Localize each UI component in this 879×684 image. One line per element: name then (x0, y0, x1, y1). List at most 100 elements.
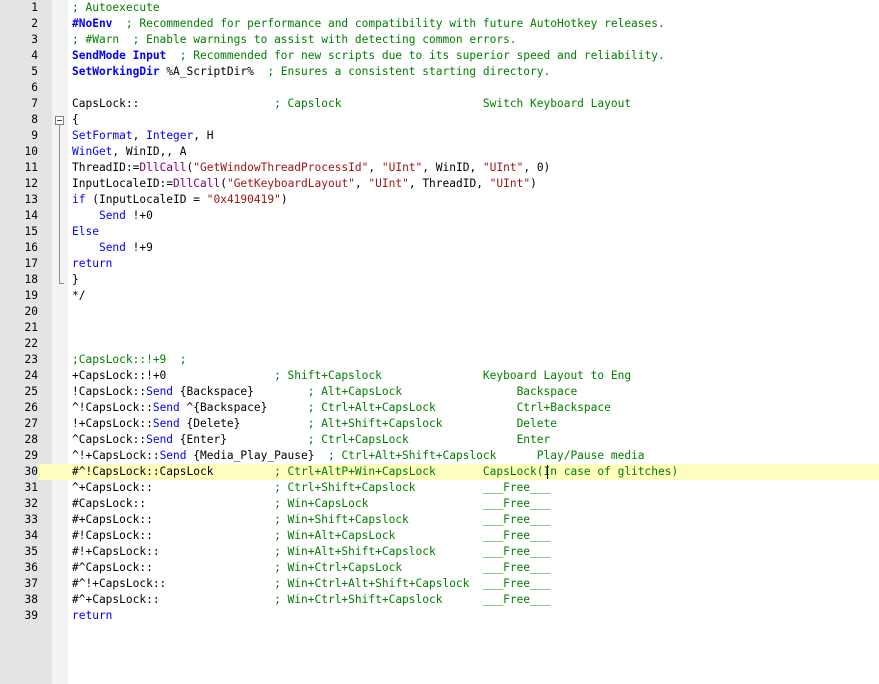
code-token: ; Ensures a consistent starting director… (253, 65, 551, 78)
line-number: 29 (24, 449, 38, 462)
code-token: !+0 (125, 209, 153, 222)
code-token: if (72, 193, 86, 206)
code-line[interactable]: 25 !CapsLock::Send {Backspace} ; Alt+Caps… (0, 384, 879, 400)
code-token: SendMode Input (72, 49, 167, 62)
line-code: ;CapsLock::!+9 ; (72, 352, 187, 368)
code-line[interactable]: 8{ (0, 112, 879, 128)
code-line[interactable]: 27 !+CapsLock::Send {Delete} ; Alt+Shift+… (0, 416, 879, 432)
code-line[interactable]: 34 #!CapsLock:: ; Win+Alt+CapsLock ___Fre… (0, 528, 879, 544)
line-number: 27 (24, 417, 38, 430)
line-number: 28 (24, 433, 38, 446)
code-line[interactable]: 30 #^!CapsLock::CapsLock ; Ctrl+AltP+Win+… (0, 464, 879, 480)
code-line[interactable]: 1 ; Autoexecute (0, 0, 879, 16)
code-token: "UInt" (381, 161, 423, 174)
code-line[interactable]: 24 +CapsLock::!+0 ; Shift+Capslock Keyboa… (0, 368, 879, 384)
line-code: ; Autoexecute (72, 0, 160, 16)
fold-collapse-icon[interactable] (55, 116, 64, 125)
code-token: {Enter} (173, 433, 308, 446)
line-number: 25 (24, 385, 38, 398)
line-code: !+CapsLock::Send {Delete} ; Alt+Shift+Ca… (72, 416, 557, 432)
code-line[interactable]: 13 if (InputLocaleID = "0x4190419") (0, 192, 879, 208)
code-token: "GetKeyboardLayout" (226, 177, 355, 190)
code-token: , ThreadID, (408, 177, 490, 190)
code-line[interactable]: 39 return (0, 608, 879, 624)
code-line[interactable]: 17 return (0, 256, 879, 272)
code-line[interactable]: 32 #CapsLock:: ; Win+CapsLock ___Free___ (0, 496, 879, 512)
code-line[interactable]: 10 WinGet, WinID,, A (0, 144, 879, 160)
line-code: return (72, 256, 112, 272)
line-number: 13 (24, 193, 38, 206)
code-line[interactable]: 22 (0, 336, 879, 352)
line-number: 20 (24, 305, 38, 318)
code-token: DllCall (173, 177, 221, 190)
line-code: #^CapsLock:: ; Win+Ctrl+CapsLock ___Free… (72, 560, 550, 576)
code-line[interactable]: 15 Else (0, 224, 879, 240)
code-token: Send (152, 401, 180, 414)
line-number: 16 (24, 241, 38, 254)
code-token: #NoEnv (72, 17, 113, 30)
code-line[interactable]: 38 #^+CapsLock:: ; Win+Ctrl+Shift+Capsloc… (0, 592, 879, 608)
line-code: ^!+CapsLock::Send {Media_Play_Pause} ; C… (72, 448, 645, 464)
code-line[interactable]: 35 #!+CapsLock:: ; Win+Alt+Shift+Capslock… (0, 544, 879, 560)
code-line[interactable]: 31 ^+CapsLock:: ; Ctrl+Shift+Capslock ___… (0, 480, 879, 496)
code-token: ; Win+Alt+CapsLock ___Free___ (274, 529, 551, 542)
line-code: #!CapsLock:: ; Win+Alt+CapsLock ___Free_… (72, 528, 550, 544)
code-line[interactable]: 37 #^!+CapsLock:: ; Win+Ctrl+Alt+Shift+Ca… (0, 576, 879, 592)
code-line[interactable]: 2 #NoEnv ; Recommended for performance an… (0, 16, 879, 32)
fold-guide-line (59, 125, 60, 283)
code-token: ^{Backspace} (179, 401, 308, 414)
line-number: 37 (24, 577, 38, 590)
code-line[interactable]: 19 */ (0, 288, 879, 304)
code-line[interactable]: 20 (0, 304, 879, 320)
code-token: , (354, 177, 369, 190)
code-token: ; Alt+Shift+Capslock Delete (307, 417, 557, 430)
line-number: 1 (31, 1, 38, 14)
line-code: #NoEnv ; Recommended for performance and… (72, 16, 665, 32)
line-number: 34 (24, 529, 38, 542)
line-number: 15 (24, 225, 38, 238)
line-number: 31 (24, 481, 38, 494)
line-number: 32 (24, 497, 38, 510)
code-line[interactable]: 11 ThreadID:=DllCall("GetWindowThreadProc… (0, 160, 879, 176)
code-token: "UInt" (368, 177, 409, 190)
code-line[interactable]: 18} (0, 272, 879, 288)
line-number: 23 (24, 353, 38, 366)
code-line[interactable]: 6 (0, 80, 879, 96)
code-token: ( (220, 177, 227, 190)
line-number: 35 (24, 545, 38, 558)
code-line[interactable]: 23 ;CapsLock::!+9 ; (0, 352, 879, 368)
code-line[interactable]: 3 ; #Warn ; Enable warnings to assist wit… (0, 32, 879, 48)
code-line[interactable]: 14 Send !+0 (0, 208, 879, 224)
code-line[interactable]: 5 SetWorkingDir %A_ScriptDir% ; Ensures a… (0, 64, 879, 80)
line-number: 36 (24, 561, 38, 574)
code-token: Else (72, 225, 99, 238)
code-line[interactable]: 4 SendMode Input ; Recommended for new sc… (0, 48, 879, 64)
code-line[interactable]: 7 CapsLock:: ; Capslock Switch Keyboard L… (0, 96, 879, 112)
code-token: ; Recommended for performance and compat… (112, 17, 665, 30)
code-line[interactable]: 26 ^!CapsLock::Send ^{Backspace} ; Ctrl+A… (0, 400, 879, 416)
line-code: SetWorkingDir %A_ScriptDir% ; Ensures a … (72, 64, 550, 80)
code-line[interactable]: 28 ^CapsLock::Send {Enter} ; Ctrl+CapsLoc… (0, 432, 879, 448)
code-line[interactable]: 12 InputLocaleID:=DllCall("GetKeyboardLay… (0, 176, 879, 192)
line-code: ^+CapsLock:: ; Ctrl+Shift+Capslock ___Fr… (72, 480, 550, 496)
code-token: ^!+CapsLock:: (72, 449, 160, 462)
line-code: ^CapsLock::Send {Enter} ; Ctrl+CapsLock … (72, 432, 550, 448)
code-line[interactable]: 29 ^!+CapsLock::Send {Media_Play_Pause} ;… (0, 448, 879, 464)
code-token: ; #Warn ; Enable warnings to assist with… (72, 33, 517, 46)
code-line[interactable]: 36 #^CapsLock:: ; Win+Ctrl+CapsLock ___Fr… (0, 560, 879, 576)
code-token: ;CapsLock::!+9 ; (72, 353, 187, 366)
code-token: {Media_Play_Pause} (186, 449, 315, 462)
code-token: ; Shift+Capslock Keyboard Layout to Eng (274, 369, 632, 382)
line-code: #CapsLock:: ; Win+CapsLock ___Free___ (72, 496, 550, 512)
code-token: "UInt" (489, 177, 531, 190)
code-token: , 0) (523, 161, 551, 174)
code-token: } (72, 273, 79, 286)
code-line[interactable]: 33 #+CapsLock:: ; Win+Shift+Capslock ___F… (0, 512, 879, 528)
code-token: ; Alt+CapsLock Backspace (307, 385, 578, 398)
code-line[interactable]: 9 SetFormat, Integer, H (0, 128, 879, 144)
code-line[interactable]: 16 Send !+9 (0, 240, 879, 256)
code-token: #CapsLock:: (72, 497, 275, 510)
code-token: WinGet (72, 145, 113, 158)
code-editor[interactable]: 1 ; Autoexecute 2 #NoEnv ; Recommended for … (0, 0, 879, 684)
code-line[interactable]: 21 (0, 320, 879, 336)
